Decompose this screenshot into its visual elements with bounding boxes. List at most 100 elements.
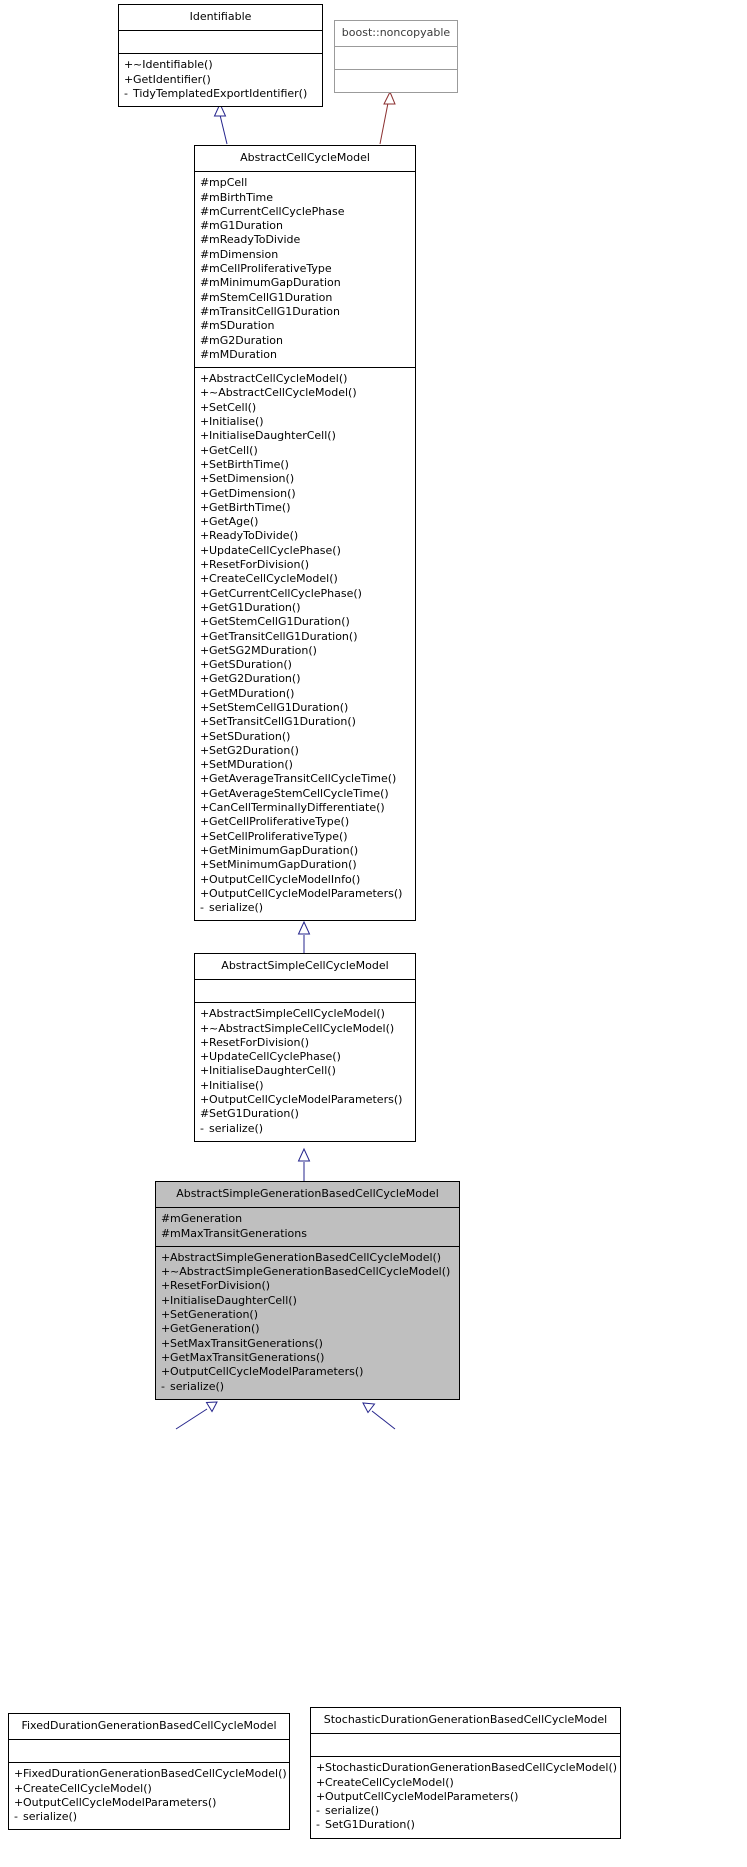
class-methods-boost-noncopyable bbox=[335, 70, 457, 92]
visibility-marker: + bbox=[200, 629, 210, 643]
visibility-marker: + bbox=[200, 1078, 210, 1092]
method-label: Initialise() bbox=[209, 1078, 264, 1092]
visibility-marker: + bbox=[14, 1781, 24, 1795]
class-box-abstract-cell-cycle-model[interactable]: AbstractCellCycleModel #mpCell #mBirthTi… bbox=[194, 145, 416, 922]
method-label: GetGeneration() bbox=[170, 1322, 260, 1336]
arrowhead-acm bbox=[297, 920, 311, 935]
attribute-row: #mReadyToDivide bbox=[200, 233, 411, 247]
method-label: SetGeneration() bbox=[170, 1308, 259, 1322]
method-label: CanCellTerminallyDifferentiate() bbox=[209, 801, 385, 815]
visibility-marker: + bbox=[200, 372, 210, 386]
visibility-marker: + bbox=[200, 658, 210, 672]
visibility-marker: + bbox=[124, 72, 134, 86]
method-row: +OutputCellCycleModelInfo() bbox=[200, 873, 411, 887]
method-row: - serialize() bbox=[200, 1122, 411, 1136]
attribute-row: #mCellProliferativeType bbox=[200, 262, 411, 276]
attribute-label: mG1Duration bbox=[209, 219, 284, 233]
method-label: CreateCellCycleModel() bbox=[209, 572, 338, 586]
method-row: +SetDimension() bbox=[200, 472, 411, 486]
class-box-boost-noncopyable[interactable]: boost::noncopyable bbox=[334, 20, 458, 94]
method-label: UpdateCellCyclePhase() bbox=[209, 543, 341, 557]
visibility-marker: + bbox=[200, 1035, 210, 1049]
method-label: serialize() bbox=[325, 1804, 380, 1818]
method-label: SetMDuration() bbox=[209, 758, 293, 772]
method-row: +AbstractSimpleGenerationBasedCellCycleM… bbox=[161, 1251, 455, 1265]
method-row: +GetMaxTransitGenerations() bbox=[161, 1351, 455, 1365]
visibility-marker: + bbox=[200, 872, 210, 886]
class-box-abstract-simple-cell-cycle-model[interactable]: AbstractSimpleCellCycleModel +AbstractSi… bbox=[194, 953, 416, 1142]
attribute-label: mDimension bbox=[209, 247, 279, 261]
method-row: +GetAverageTransitCellCycleTime() bbox=[200, 772, 411, 786]
method-row: +CreateCellCycleModel() bbox=[200, 572, 411, 586]
method-row: - serialize() bbox=[200, 901, 411, 915]
method-label: SetCell() bbox=[209, 400, 257, 414]
class-methods-identifiable: +~Identifiable() +GetIdentifier() - TidyT… bbox=[119, 54, 322, 106]
method-row: +UpdateCellCyclePhase() bbox=[200, 544, 411, 558]
visibility-marker: + bbox=[200, 858, 210, 872]
visibility-marker: + bbox=[200, 1064, 210, 1078]
class-box-identifiable[interactable]: Identifiable +~Identifiable() +GetIdenti… bbox=[118, 4, 323, 108]
visibility-marker: + bbox=[200, 400, 210, 414]
visibility-marker: + bbox=[200, 415, 210, 429]
method-label: GetMDuration() bbox=[209, 686, 295, 700]
method-row: +GetGeneration() bbox=[161, 1322, 455, 1336]
visibility-marker: + bbox=[200, 643, 210, 657]
method-label: GetG2Duration() bbox=[209, 672, 301, 686]
method-row: +GetAge() bbox=[200, 515, 411, 529]
visibility-marker: + bbox=[200, 543, 210, 557]
class-box-abstract-simple-generation-based-cell-cycle-model[interactable]: AbstractSimpleGenerationBasedCellCycleMo… bbox=[155, 1181, 460, 1400]
visibility-marker: # bbox=[200, 176, 210, 190]
visibility-marker: + bbox=[200, 529, 210, 543]
class-methods-stochastic-duration: +StochasticDurationGenerationBasedCellCy… bbox=[311, 1757, 620, 1837]
visibility-marker: + bbox=[200, 386, 210, 400]
method-row: +AbstractCellCycleModel() bbox=[200, 372, 411, 386]
method-label: TidyTemplatedExportIdentifier() bbox=[133, 86, 308, 100]
method-row: +SetBirthTime() bbox=[200, 458, 411, 472]
visibility-marker: + bbox=[200, 1007, 210, 1021]
visibility-marker: + bbox=[161, 1265, 171, 1279]
method-row: - serialize() bbox=[316, 1804, 616, 1818]
method-row: - serialize() bbox=[161, 1380, 455, 1394]
attribute-label: mReadyToDivide bbox=[209, 233, 301, 247]
method-label: serialize() bbox=[209, 1121, 264, 1135]
visibility-marker: + bbox=[200, 600, 210, 614]
method-label: ResetForDivision() bbox=[170, 1279, 271, 1293]
method-row: +~AbstractSimpleCellCycleModel() bbox=[200, 1022, 411, 1036]
visibility-marker: + bbox=[200, 815, 210, 829]
method-row: +InitialiseDaughterCell() bbox=[200, 429, 411, 443]
visibility-marker: + bbox=[200, 829, 210, 843]
method-label: SetStemCellG1Duration() bbox=[209, 700, 349, 714]
visibility-marker: + bbox=[316, 1775, 326, 1789]
method-row: +Initialise() bbox=[200, 415, 411, 429]
visibility-marker: + bbox=[200, 586, 210, 600]
attribute-label: mBirthTime bbox=[209, 190, 274, 204]
method-label: GetTransitCellG1Duration() bbox=[209, 629, 358, 643]
method-label: ~Identifiable() bbox=[133, 58, 213, 72]
method-label: SetCellProliferativeType() bbox=[209, 829, 348, 843]
visibility-marker: + bbox=[161, 1350, 171, 1364]
visibility-marker: # bbox=[200, 276, 210, 290]
method-label: AbstractSimpleGenerationBasedCellCycleMo… bbox=[170, 1250, 442, 1264]
visibility-marker: + bbox=[200, 500, 210, 514]
method-label: GetIdentifier() bbox=[133, 72, 211, 86]
method-label: OutputCellCycleModelParameters() bbox=[209, 886, 403, 900]
class-box-stochastic-duration-generation-based-cell-cycle-model[interactable]: StochasticDurationGenerationBasedCellCyc… bbox=[310, 1707, 621, 1839]
method-row: +~AbstractSimpleGenerationBasedCellCycle… bbox=[161, 1265, 455, 1279]
method-label: ~AbstractSimpleGenerationBasedCellCycleM… bbox=[170, 1265, 451, 1279]
attribute-label: mSDuration bbox=[209, 319, 275, 333]
method-row: +GetMinimumGapDuration() bbox=[200, 844, 411, 858]
method-label: GetStemCellG1Duration() bbox=[209, 615, 350, 629]
visibility-marker: - bbox=[316, 1804, 320, 1818]
visibility-marker: + bbox=[200, 886, 210, 900]
visibility-marker: + bbox=[200, 1021, 210, 1035]
method-label: GetG1Duration() bbox=[209, 600, 301, 614]
class-attributes-abstract-simple-generation-based-cell-cycle-model: #mGeneration #mMaxTransitGenerations bbox=[156, 1208, 459, 1246]
visibility-marker: + bbox=[200, 572, 210, 586]
edge-fixed-asgbcm bbox=[175, 1408, 208, 1430]
visibility-marker: + bbox=[200, 801, 210, 815]
attribute-row: #mSDuration bbox=[200, 319, 411, 333]
class-box-fixed-duration-generation-based-cell-cycle-model[interactable]: FixedDurationGenerationBasedCellCycleMod… bbox=[8, 1713, 290, 1831]
method-row: +GetSG2MDuration() bbox=[200, 644, 411, 658]
method-row: +SetG2Duration() bbox=[200, 744, 411, 758]
visibility-marker: - bbox=[124, 86, 128, 100]
